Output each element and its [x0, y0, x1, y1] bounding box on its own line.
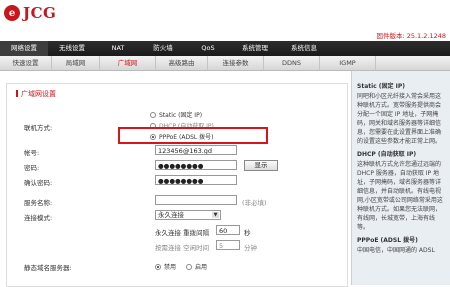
top-nav: 网络设置 无线设置 NAT 防火墙 QoS 系统管理 系统信息 — [0, 41, 450, 56]
brand-logo: e JCG — [4, 2, 56, 24]
redial-interval-label: 永久连接 重拨间隔 — [155, 229, 210, 237]
nav-firewall[interactable]: 防火墙 — [140, 41, 186, 56]
subnav-igmp[interactable]: IGMP — [320, 56, 376, 70]
redial-interval-unit: 秒 — [244, 229, 251, 237]
connection-mode-label: 连接模式: — [24, 214, 53, 222]
sub-nav: 快速设置 局域网 广域网 高级路由 连接参数 DDNS IGMP — [0, 56, 450, 71]
confirm-password-label: 确认密码: — [24, 179, 53, 187]
redial-interval-input[interactable]: 60 — [216, 225, 240, 235]
subnav-lan[interactable]: 局域网 — [52, 56, 100, 70]
radio-dot-static[interactable] — [150, 111, 156, 118]
account-input[interactable]: 123456@163.gd — [155, 145, 237, 155]
nav-wireless-settings[interactable]: 无线设置 — [48, 41, 96, 56]
connection-mode-select[interactable]: 永久连接 ▼ — [155, 210, 221, 220]
help-static-text: 同吧和小区光纤接入常会采用这种联机方式。宽带服务提供商会分配一个固定 IP 地址… — [357, 93, 442, 145]
radio-dot-dns-disable[interactable] — [155, 263, 161, 270]
show-password-button[interactable]: 显示 — [244, 160, 278, 171]
idle-time-input[interactable]: 5 — [216, 240, 240, 250]
password-label: 密码: — [24, 164, 40, 172]
confirm-password-input[interactable]: ●●●●●●●● — [155, 175, 237, 185]
radio-static-label: Static (固定 IP) — [159, 112, 203, 119]
password-input[interactable]: ●●●●●●●● — [155, 160, 237, 170]
service-name-input[interactable] — [155, 195, 237, 205]
idle-time-unit: 分钟 — [244, 244, 257, 252]
help-dhcp-title: DHCP (自动获取 IP) — [357, 151, 417, 158]
subnav-connection-params[interactable]: 连接参数 — [208, 56, 264, 70]
radio-dot-dns-enable[interactable] — [186, 263, 192, 270]
help-pppoe-text: 中国电信，中国网通的 ADSL — [357, 247, 435, 254]
subnav-quick-setup[interactable]: 快速设置 — [0, 56, 52, 70]
firmware-version: 固件版本: 25.1.2.1248 — [376, 32, 446, 40]
logo-text: JCG — [23, 4, 57, 22]
subnav-advanced-routing[interactable]: 高级路由 — [156, 56, 208, 70]
service-name-label: 服务名称: — [24, 199, 53, 207]
connection-type-label: 联机方式: — [24, 124, 53, 132]
nav-system-admin[interactable]: 系统管理 — [230, 41, 280, 56]
header: e JCG — [0, 0, 450, 28]
section-title: 广域网设置 — [16, 89, 56, 99]
help-pppoe-title: PPPoE (ADSL 拨号) — [357, 237, 418, 244]
radio-dns-enable[interactable]: 启用 — [186, 262, 207, 271]
service-name-hint: (非必填) — [242, 199, 267, 207]
radio-dns-disable[interactable]: 禁用 — [155, 262, 176, 271]
account-label: 帐号: — [24, 149, 40, 157]
help-dhcp-text: 这种联机方式允许您通过远端的 DHCP 服务器，自动获取 IP 地址，子网掩码，… — [357, 161, 443, 231]
pppoe-highlight-box — [118, 127, 268, 144]
nav-nat[interactable]: NAT — [96, 41, 140, 56]
help-static-title: Static (固定 IP) — [357, 83, 406, 90]
subnav-wan[interactable]: 广域网 — [100, 56, 156, 70]
help-sidebar: Static (固定 IP) 同吧和小区光纤接入常会采用这种联机方式。宽带服务提… — [351, 71, 450, 285]
radio-static[interactable]: Static (固定 IP) — [150, 110, 202, 119]
connection-mode-value: 永久连接 — [158, 211, 184, 219]
subnav-ddns[interactable]: DDNS — [264, 56, 320, 70]
idle-time-label: 按需连接 空闲时间 — [155, 244, 210, 252]
nav-network-settings[interactable]: 网络设置 — [0, 41, 48, 56]
nav-system-info[interactable]: 系统信息 — [280, 41, 328, 56]
static-dns-label: 静态域名服务器: — [24, 264, 72, 272]
nav-qos[interactable]: QoS — [186, 41, 230, 56]
radio-dns-enable-label: 启用 — [195, 264, 208, 271]
logo-mark: e — [4, 5, 20, 21]
chevron-down-icon: ▼ — [212, 212, 219, 218]
radio-dns-disable-label: 禁用 — [164, 264, 177, 271]
